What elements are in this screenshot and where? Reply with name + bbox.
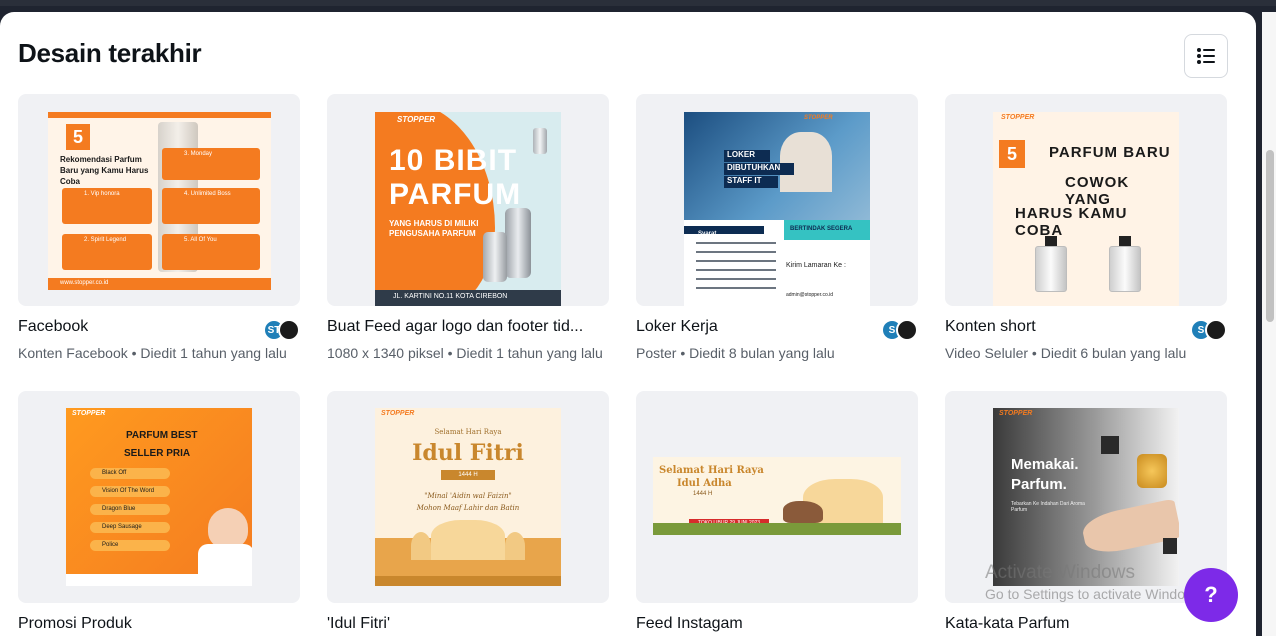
thumbnail-artwork: STOPPER Selamat Hari Raya Idul Fitri 144… bbox=[375, 408, 561, 586]
design-meta: Konten Facebook • Diedit 1 tahun yang la… bbox=[18, 345, 287, 361]
design-thumbnail[interactable]: STOPPER 5 PARFUM BARU COWOK YANG HARUS K… bbox=[945, 94, 1227, 306]
help-icon: ? bbox=[1204, 582, 1218, 607]
activation-watermark-title: Activate Windows bbox=[985, 562, 1135, 583]
section-title: Desain terakhir bbox=[18, 38, 202, 68]
collaborator-avatars[interactable]: S bbox=[881, 319, 918, 341]
activation-watermark-subtitle: Go to Settings to activate Windows. bbox=[985, 586, 1206, 602]
design-name[interactable]: Kata-kata Parfum bbox=[945, 615, 1070, 633]
collaborator-avatars[interactable]: S bbox=[1190, 319, 1227, 341]
thumbnail-artwork: STOPPER PARFUM BEST SELLER PRIA Black Of… bbox=[66, 408, 252, 586]
design-meta: Poster • Diedit 8 bulan yang lalu bbox=[636, 345, 835, 361]
design-name[interactable]: Feed Instagam bbox=[636, 615, 743, 633]
design-thumbnail[interactable]: STOPPER PARFUM BEST SELLER PRIA Black Of… bbox=[18, 391, 300, 603]
view-toggle-button[interactable] bbox=[1184, 34, 1228, 78]
thumbnail-artwork: STOPPER 10 BIBIT PARFUM YANG HARUS DI MI… bbox=[375, 112, 561, 306]
design-thumbnail[interactable]: STOPPER Selamat Hari Raya Idul Fitri 144… bbox=[327, 391, 609, 603]
thumbnail-artwork: STOPPER 5 PARFUM BARU COWOK YANG HARUS K… bbox=[993, 112, 1179, 306]
design-name[interactable]: Loker Kerja bbox=[636, 318, 718, 336]
design-thumbnail[interactable]: STOPPER 10 BIBIT PARFUM YANG HARUS DI MI… bbox=[327, 94, 609, 306]
design-thumbnail[interactable]: STOPPER LOKER DIBUTUHKAN STAFF IT BERTIN… bbox=[636, 94, 918, 306]
thumbnail-artwork: Selamat Hari Raya Idul Adha 1444 H TOKO … bbox=[653, 457, 901, 535]
thumbnail-artwork: 5 Rekomendasi Parfum Baru yang Kamu Haru… bbox=[48, 112, 271, 290]
scrollbar-track[interactable] bbox=[1262, 12, 1276, 636]
design-name[interactable]: 'Idul Fitri' bbox=[327, 615, 390, 633]
thumbnail-artwork: STOPPER LOKER DIBUTUHKAN STAFF IT BERTIN… bbox=[684, 112, 870, 306]
design-name[interactable]: Buat Feed agar logo dan footer tid... bbox=[327, 318, 583, 336]
top-bar bbox=[0, 0, 1276, 6]
avatar bbox=[896, 319, 918, 341]
avatar bbox=[278, 319, 300, 341]
help-button[interactable]: ? bbox=[1184, 568, 1238, 622]
design-name[interactable]: Promosi Produk bbox=[18, 615, 132, 633]
design-thumbnail[interactable]: Selamat Hari Raya Idul Adha 1444 H TOKO … bbox=[636, 391, 918, 603]
design-thumbnail[interactable]: 5 Rekomendasi Parfum Baru yang Kamu Haru… bbox=[18, 94, 300, 306]
collaborator-avatars[interactable]: ST bbox=[263, 319, 300, 341]
avatar bbox=[1205, 319, 1227, 341]
list-view-icon bbox=[1197, 48, 1215, 64]
design-name[interactable]: Facebook bbox=[18, 318, 88, 336]
design-meta: 1080 x 1340 piksel • Diedit 1 tahun yang… bbox=[327, 345, 603, 361]
design-name[interactable]: Konten short bbox=[945, 318, 1036, 336]
design-meta: Video Seluler • Diedit 6 bulan yang lalu bbox=[945, 345, 1187, 361]
scrollbar-thumb[interactable] bbox=[1266, 150, 1274, 322]
thumbnail-artwork: STOPPER Memakai. Parfum. Tebarkan Ke Ind… bbox=[993, 408, 1179, 586]
